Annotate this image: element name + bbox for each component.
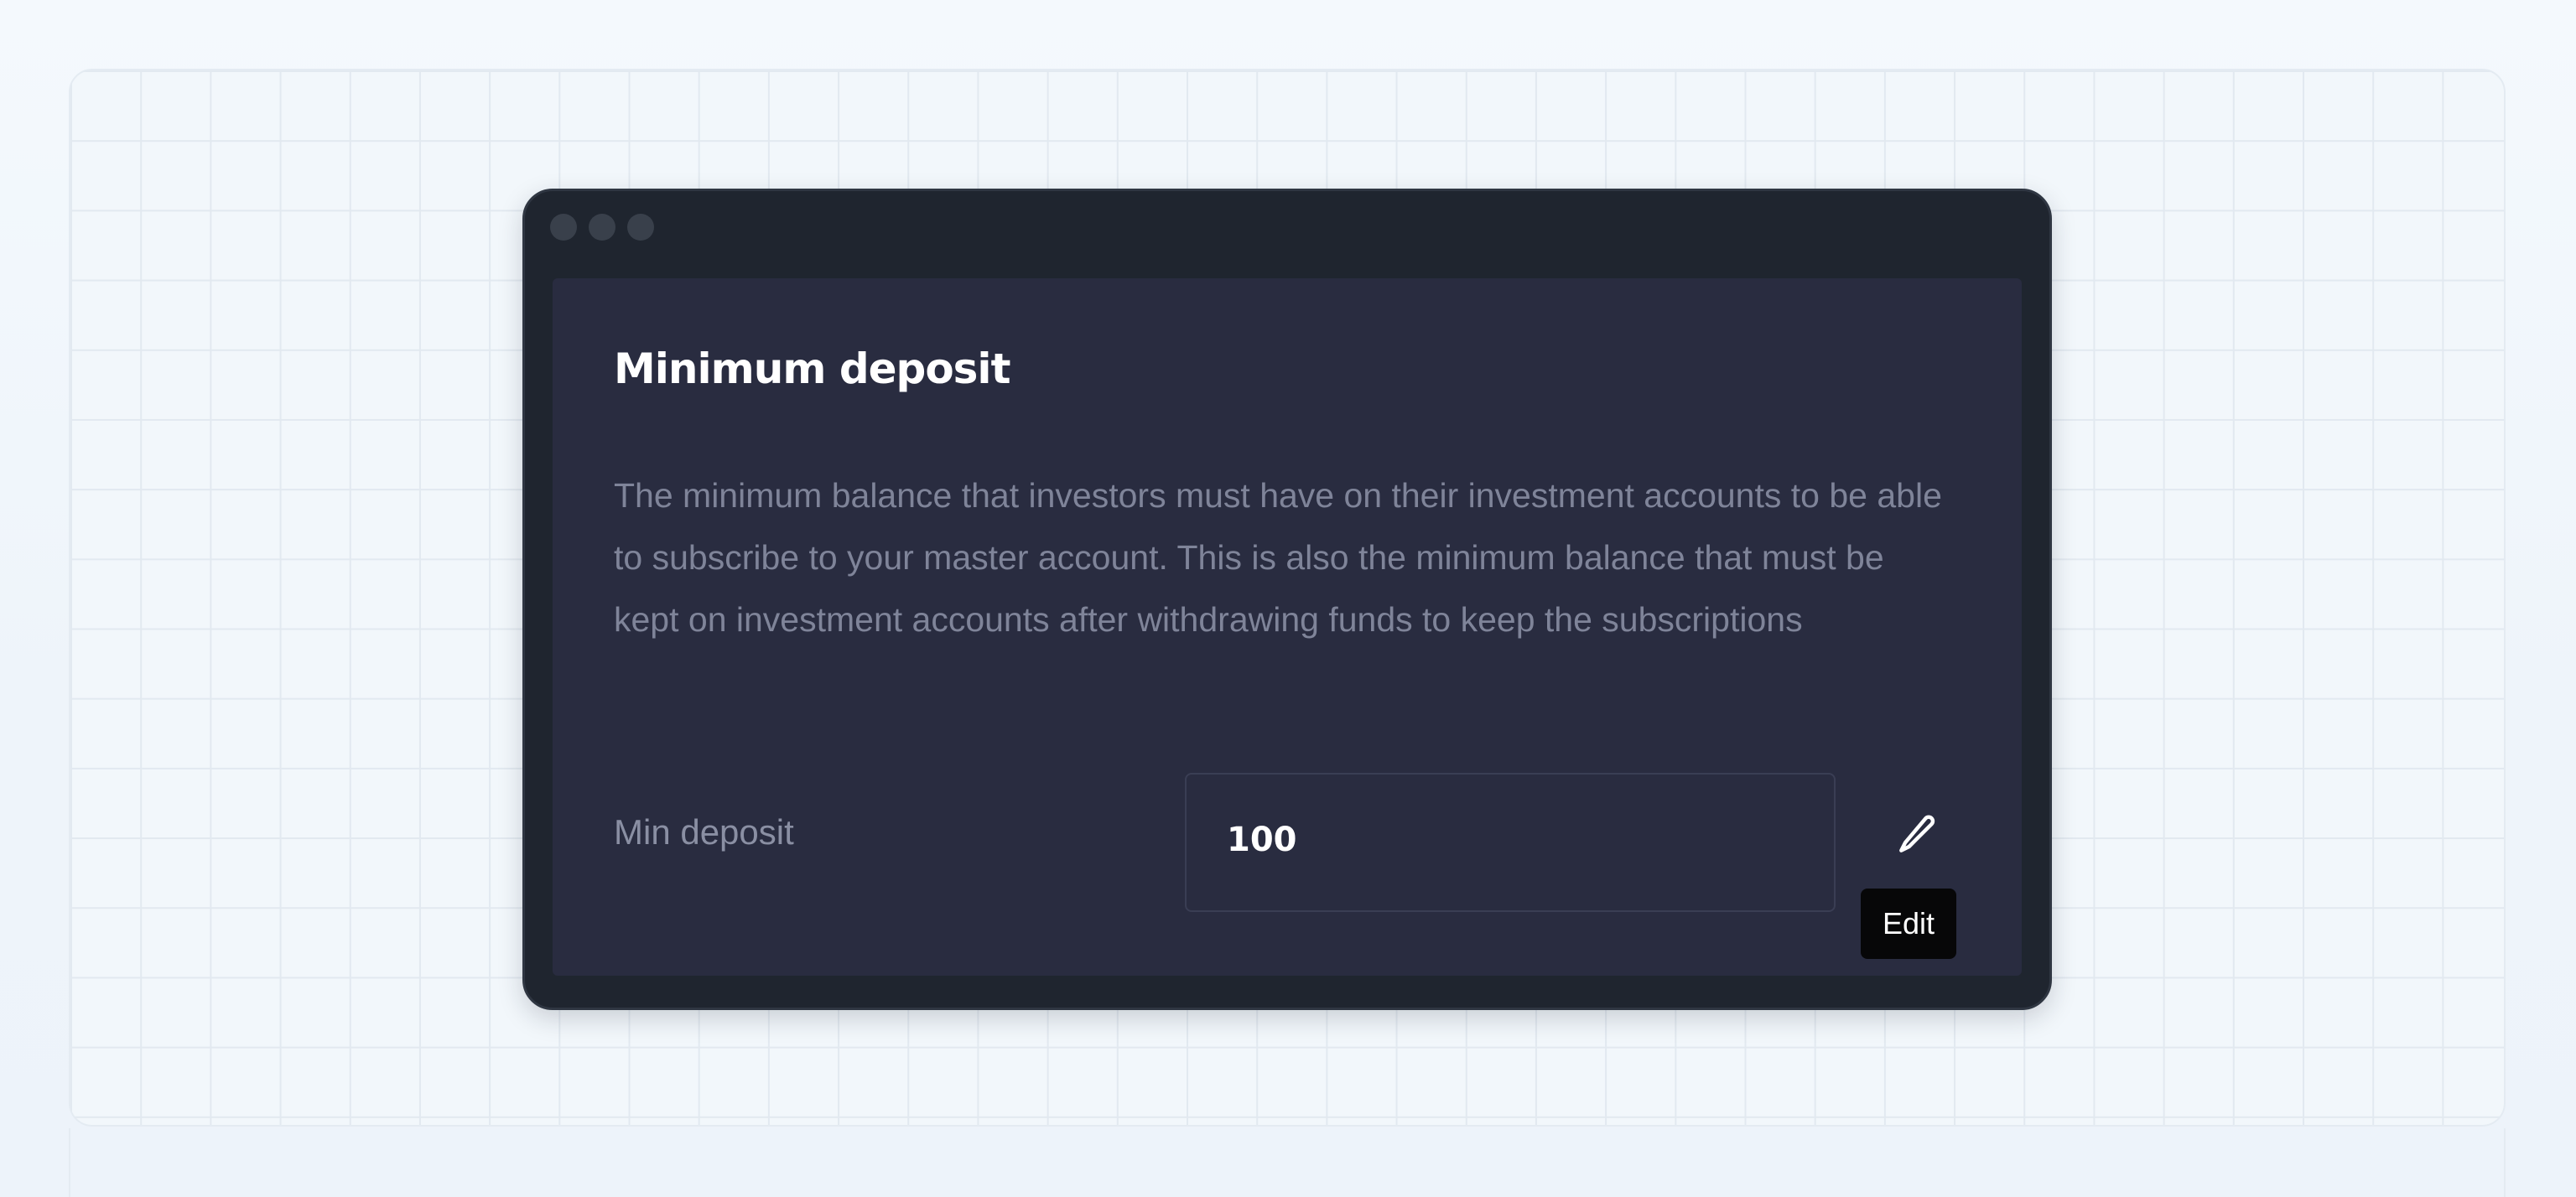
window-dot-maximize: [627, 214, 654, 241]
pencil-icon: [1899, 815, 1935, 852]
window-dot-close: [550, 214, 577, 241]
card-title: Minimum deposit: [614, 345, 1010, 393]
edit-tooltip: Edit: [1861, 889, 1956, 959]
min-deposit-value: 100: [1227, 821, 1297, 859]
minimum-deposit-card: Minimum deposit The minimum balance that…: [553, 278, 2022, 976]
min-deposit-label: Min deposit: [614, 812, 794, 852]
min-deposit-field[interactable]: 100: [1185, 773, 1836, 912]
window-dot-minimize: [589, 214, 615, 241]
app-window: Minimum deposit The minimum balance that…: [522, 189, 2052, 1010]
card-description: The minimum balance that investors must …: [614, 476, 1942, 639]
edit-button[interactable]: [1887, 805, 1947, 865]
grid-background-extension: [69, 1128, 2506, 1197]
window-controls: [550, 214, 654, 241]
